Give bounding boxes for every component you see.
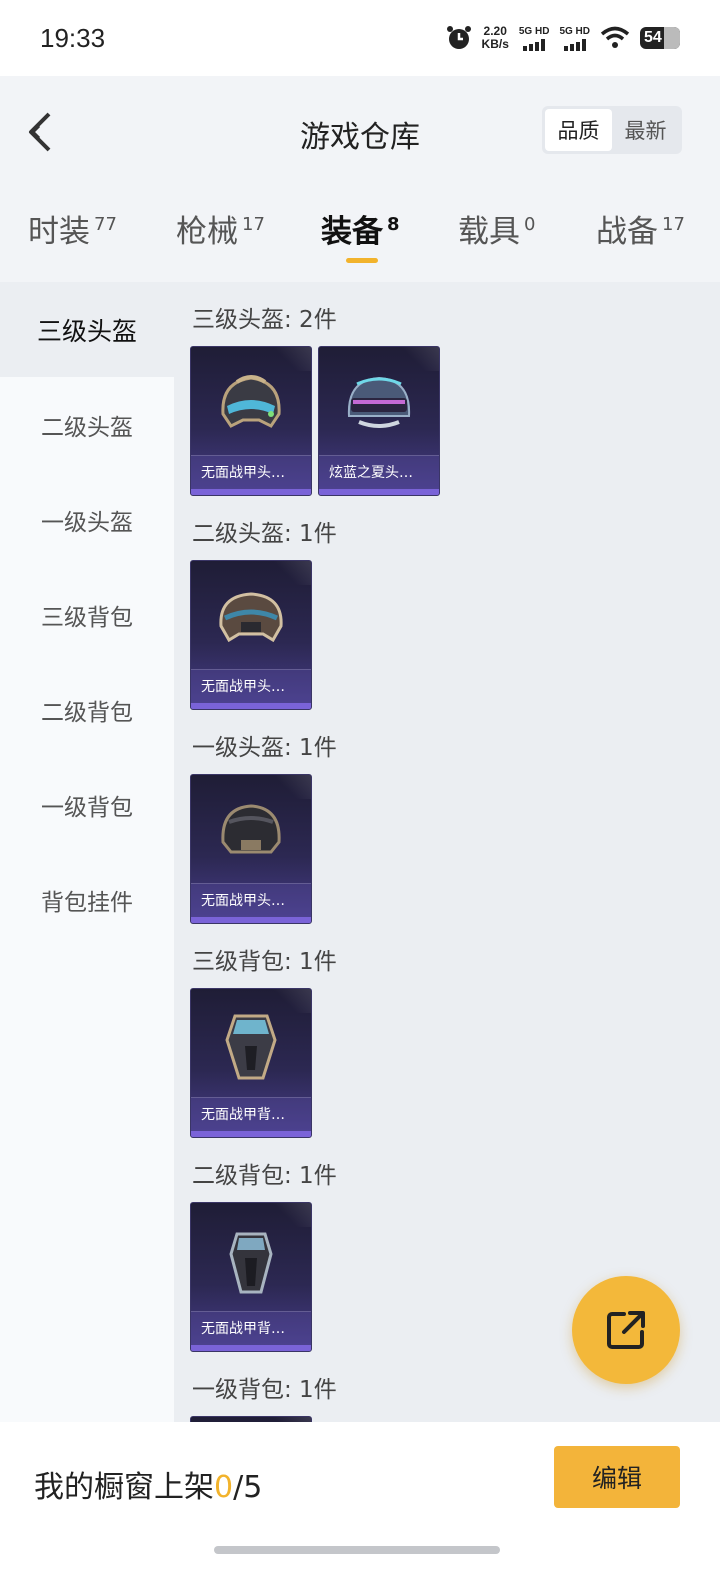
alarm-icon — [446, 26, 471, 49]
battery-level: 54 — [644, 29, 662, 46]
sidebar-item-backpack-charm[interactable]: 背包挂件 — [0, 852, 174, 947]
sidebar: 三级头盔 二级头盔 一级头盔 三级背包 二级背包 一级背包 背包挂件 — [0, 282, 174, 1422]
header: 游戏仓库 品质 最新 时装 77 枪械 17 装备 8 载具 0 战备 17 — [0, 76, 720, 282]
share-icon — [607, 1311, 645, 1349]
tab-label: 装备 — [321, 214, 383, 250]
group-title: 二级头盔: 1件 — [192, 521, 337, 547]
tab-firearms[interactable]: 枪械 17 — [176, 206, 265, 251]
sidebar-item-level3-backpack[interactable]: 三级背包 — [0, 567, 174, 662]
signal-icon: 5G HD — [518, 25, 550, 51]
item-card[interactable]: 无面战甲背… — [190, 1202, 312, 1352]
signal-icon: 5G HD — [559, 26, 590, 51]
sort-quality-option[interactable]: 品质 — [545, 109, 612, 151]
item-name: 无面战甲背… — [191, 1311, 311, 1345]
helmet-icon — [191, 781, 311, 883]
sidebar-item-level1-helmet[interactable]: 一级头盔 — [0, 472, 174, 567]
item-card[interactable]: 无面战甲头… — [190, 346, 312, 496]
item-name: 无面战甲背… — [191, 1097, 311, 1131]
active-tab-indicator — [346, 258, 378, 263]
tab-label: 时装 — [28, 214, 90, 250]
tab-count: 77 — [94, 214, 117, 235]
helmet-icon — [191, 567, 311, 669]
net-speed-unit: KB/s — [481, 37, 509, 51]
share-button[interactable] — [572, 1276, 680, 1384]
item-name: 炫蓝之夏头… — [319, 455, 439, 489]
status-bar: 19:33 2.20 KB/s 5G HD 5G HD 54 — [0, 0, 720, 76]
category-tabs: 时装 77 枪械 17 装备 8 载具 0 战备 17 — [0, 206, 720, 266]
backpack-icon — [191, 1209, 311, 1311]
group-title: 一级头盔: 1件 — [192, 735, 337, 761]
item-name: 无面战甲头… — [191, 455, 311, 489]
tab-fashion[interactable]: 时装 77 — [28, 206, 117, 251]
sim2-label: 5G HD — [559, 25, 590, 37]
home-indicator[interactable] — [214, 1546, 500, 1554]
bottom-bar: 我的橱窗上架0/5 编辑 — [0, 1422, 720, 1584]
helmet-icon — [191, 353, 311, 455]
battery-icon: 54 — [640, 27, 680, 49]
tab-count: 17 — [662, 214, 685, 235]
group-title: 三级背包: 1件 — [192, 949, 337, 975]
sort-toggle: 品质 最新 — [542, 106, 682, 154]
tab-label: 战备 — [596, 214, 658, 250]
tab-count: 8 — [387, 214, 400, 235]
group-title: 二级背包: 1件 — [192, 1163, 337, 1189]
showcase-count: 0 — [214, 1470, 234, 1505]
tab-count: 0 — [524, 214, 536, 235]
showcase-total: /5 — [233, 1470, 263, 1505]
status-time: 19:33 — [40, 22, 106, 53]
helmet-icon — [319, 353, 439, 455]
item-card[interactable]: 炫蓝之夏头… — [318, 346, 440, 496]
group-title: 三级头盔: 2件 — [192, 307, 337, 333]
sim1-label: 5G HD — [518, 25, 550, 37]
tab-label: 枪械 — [176, 214, 238, 250]
net-speed: 2.20 KB/s — [482, 25, 509, 51]
status-icons: 2.20 KB/s 5G HD 5G HD 54 — [446, 25, 680, 51]
item-name: 无面战甲头… — [191, 883, 311, 917]
sidebar-item-level3-helmet[interactable]: 三级头盔 — [0, 282, 174, 377]
tab-count: 17 — [242, 214, 265, 235]
tab-supplies[interactable]: 战备 17 — [596, 206, 685, 251]
tab-label: 载具 — [458, 214, 520, 250]
showcase-status: 我的橱窗上架0/5 — [34, 1462, 262, 1506]
tab-vehicles[interactable]: 载具 0 — [458, 206, 535, 251]
sidebar-item-level1-backpack[interactable]: 一级背包 — [0, 757, 174, 852]
item-card[interactable]: 无面战甲头… — [190, 774, 312, 924]
edit-button[interactable]: 编辑 — [554, 1446, 680, 1508]
item-card[interactable]: 无面战甲头… — [190, 560, 312, 710]
backpack-icon — [191, 995, 311, 1097]
showcase-label: 我的橱窗上架 — [34, 1470, 214, 1505]
sidebar-item-level2-helmet[interactable]: 二级头盔 — [0, 377, 174, 472]
group-title: 一级背包: 1件 — [192, 1377, 337, 1403]
item-card[interactable]: 无面战甲背… — [190, 988, 312, 1138]
tab-equipment[interactable]: 装备 8 — [321, 206, 400, 251]
sort-newest-option[interactable]: 最新 — [612, 109, 679, 151]
sidebar-item-level2-backpack[interactable]: 二级背包 — [0, 662, 174, 757]
item-name: 无面战甲头… — [191, 669, 311, 703]
equipment-list[interactable]: 三级头盔: 2件 无面战甲头… 炫蓝之夏头… 二级头盔: 1件 无面战甲头… 一… — [174, 282, 720, 1422]
wifi-icon — [600, 26, 630, 48]
